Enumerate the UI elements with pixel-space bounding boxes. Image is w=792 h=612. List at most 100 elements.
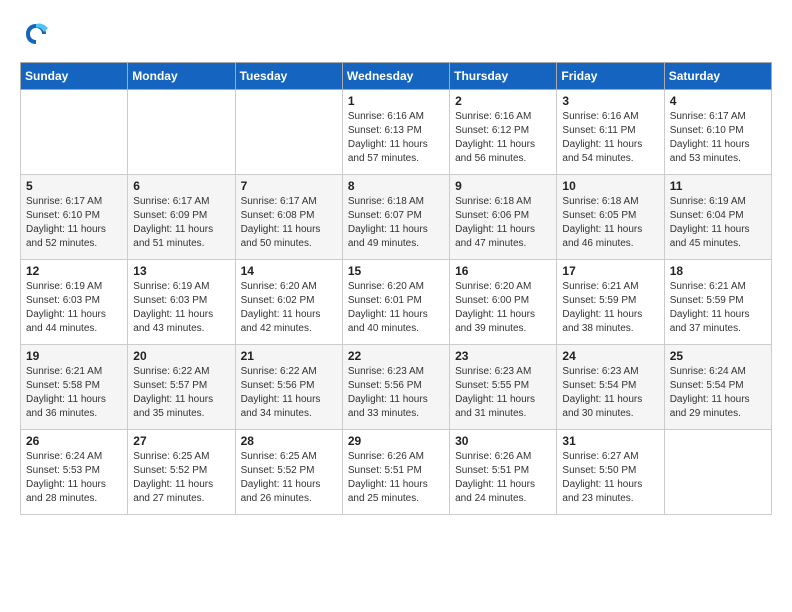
calendar-day-cell: 14 Sunrise: 6:20 AM Sunset: 6:02 PM Dayli… [235, 260, 342, 345]
day-number: 16 [455, 264, 551, 278]
day-number: 7 [241, 179, 337, 193]
day-info: Sunrise: 6:17 AM Sunset: 6:09 PM Dayligh… [133, 195, 229, 251]
calendar-day-cell: 11 Sunrise: 6:19 AM Sunset: 6:04 PM Dayli… [664, 175, 771, 260]
day-info: Sunrise: 6:20 AM Sunset: 6:01 PM Dayligh… [348, 280, 444, 336]
day-info: Sunrise: 6:24 AM Sunset: 5:54 PM Dayligh… [670, 365, 766, 421]
day-info: Sunrise: 6:23 AM Sunset: 5:54 PM Dayligh… [562, 365, 658, 421]
calendar-header-row: SundayMondayTuesdayWednesdayThursdayFrid… [21, 63, 772, 90]
day-number: 21 [241, 349, 337, 363]
calendar-day-cell: 17 Sunrise: 6:21 AM Sunset: 5:59 PM Dayli… [557, 260, 664, 345]
day-number: 14 [241, 264, 337, 278]
calendar-day-cell: 31 Sunrise: 6:27 AM Sunset: 5:50 PM Dayli… [557, 430, 664, 515]
day-number: 15 [348, 264, 444, 278]
calendar-day-cell: 9 Sunrise: 6:18 AM Sunset: 6:06 PM Daylig… [450, 175, 557, 260]
day-info: Sunrise: 6:17 AM Sunset: 6:08 PM Dayligh… [241, 195, 337, 251]
day-number: 18 [670, 264, 766, 278]
day-info: Sunrise: 6:20 AM Sunset: 6:02 PM Dayligh… [241, 280, 337, 336]
logo-icon [20, 20, 52, 52]
day-info: Sunrise: 6:25 AM Sunset: 5:52 PM Dayligh… [241, 450, 337, 506]
day-number: 24 [562, 349, 658, 363]
calendar-week-row: 26Sunrise: 6:24 AM Sunset: 5:53 PM Dayli… [21, 430, 772, 515]
day-info: Sunrise: 6:23 AM Sunset: 5:56 PM Dayligh… [348, 365, 444, 421]
day-number: 11 [670, 179, 766, 193]
day-number: 13 [133, 264, 229, 278]
day-number: 9 [455, 179, 551, 193]
day-info: Sunrise: 6:19 AM Sunset: 6:03 PM Dayligh… [26, 280, 122, 336]
day-number: 3 [562, 94, 658, 108]
calendar-day-cell: 29 Sunrise: 6:26 AM Sunset: 5:51 PM Dayli… [342, 430, 449, 515]
calendar-day-cell: 25 Sunrise: 6:24 AM Sunset: 5:54 PM Dayli… [664, 345, 771, 430]
calendar-day-cell: 28 Sunrise: 6:25 AM Sunset: 5:52 PM Dayli… [235, 430, 342, 515]
calendar-day-cell: 4 Sunrise: 6:17 AM Sunset: 6:10 PM Daylig… [664, 90, 771, 175]
day-info: Sunrise: 6:20 AM Sunset: 6:00 PM Dayligh… [455, 280, 551, 336]
calendar-day-cell: 2 Sunrise: 6:16 AM Sunset: 6:12 PM Daylig… [450, 90, 557, 175]
day-info: Sunrise: 6:18 AM Sunset: 6:06 PM Dayligh… [455, 195, 551, 251]
weekday-header-wednesday: Wednesday [342, 63, 449, 90]
day-number: 17 [562, 264, 658, 278]
day-info: Sunrise: 6:26 AM Sunset: 5:51 PM Dayligh… [348, 450, 444, 506]
weekday-header-friday: Friday [557, 63, 664, 90]
day-number: 29 [348, 434, 444, 448]
calendar-day-cell: 1Sunrise: 6:16 AM Sunset: 6:13 PM Daylig… [342, 90, 449, 175]
calendar-day-cell: 13 Sunrise: 6:19 AM Sunset: 6:03 PM Dayli… [128, 260, 235, 345]
day-info: Sunrise: 6:22 AM Sunset: 5:57 PM Dayligh… [133, 365, 229, 421]
day-info: Sunrise: 6:25 AM Sunset: 5:52 PM Dayligh… [133, 450, 229, 506]
calendar-day-cell: 5 Sunrise: 6:17 AM Sunset: 6:10 PM Daylig… [21, 175, 128, 260]
day-info: Sunrise: 6:17 AM Sunset: 6:10 PM Dayligh… [670, 110, 766, 166]
calendar-day-cell: 7 Sunrise: 6:17 AM Sunset: 6:08 PM Daylig… [235, 175, 342, 260]
weekday-header-sunday: Sunday [21, 63, 128, 90]
day-info: Sunrise: 6:18 AM Sunset: 6:07 PM Dayligh… [348, 195, 444, 251]
calendar-table: SundayMondayTuesdayWednesdayThursdayFrid… [20, 62, 772, 515]
day-number: 20 [133, 349, 229, 363]
day-number: 25 [670, 349, 766, 363]
day-number: 31 [562, 434, 658, 448]
calendar-day-cell [128, 90, 235, 175]
calendar-day-cell: 26Sunrise: 6:24 AM Sunset: 5:53 PM Dayli… [21, 430, 128, 515]
day-info: Sunrise: 6:23 AM Sunset: 5:55 PM Dayligh… [455, 365, 551, 421]
calendar-day-cell: 22 Sunrise: 6:23 AM Sunset: 5:56 PM Dayli… [342, 345, 449, 430]
calendar-day-cell: 6 Sunrise: 6:17 AM Sunset: 6:09 PM Daylig… [128, 175, 235, 260]
weekday-header-saturday: Saturday [664, 63, 771, 90]
day-info: Sunrise: 6:16 AM Sunset: 6:11 PM Dayligh… [562, 110, 658, 166]
day-info: Sunrise: 6:19 AM Sunset: 6:03 PM Dayligh… [133, 280, 229, 336]
day-info: Sunrise: 6:21 AM Sunset: 5:58 PM Dayligh… [26, 365, 122, 421]
calendar-day-cell: 16 Sunrise: 6:20 AM Sunset: 6:00 PM Dayli… [450, 260, 557, 345]
calendar-day-cell: 21 Sunrise: 6:22 AM Sunset: 5:56 PM Dayli… [235, 345, 342, 430]
day-number: 27 [133, 434, 229, 448]
day-number: 10 [562, 179, 658, 193]
day-info: Sunrise: 6:18 AM Sunset: 6:05 PM Dayligh… [562, 195, 658, 251]
day-info: Sunrise: 6:21 AM Sunset: 5:59 PM Dayligh… [670, 280, 766, 336]
day-info: Sunrise: 6:16 AM Sunset: 6:13 PM Dayligh… [348, 110, 444, 166]
weekday-header-tuesday: Tuesday [235, 63, 342, 90]
calendar-week-row: 19 Sunrise: 6:21 AM Sunset: 5:58 PM Dayli… [21, 345, 772, 430]
logo [20, 20, 56, 52]
page-header [20, 20, 772, 52]
calendar-day-cell [664, 430, 771, 515]
day-number: 30 [455, 434, 551, 448]
day-info: Sunrise: 6:19 AM Sunset: 6:04 PM Dayligh… [670, 195, 766, 251]
day-number: 4 [670, 94, 766, 108]
day-info: Sunrise: 6:24 AM Sunset: 5:53 PM Dayligh… [26, 450, 122, 506]
day-info: Sunrise: 6:21 AM Sunset: 5:59 PM Dayligh… [562, 280, 658, 336]
day-info: Sunrise: 6:27 AM Sunset: 5:50 PM Dayligh… [562, 450, 658, 506]
day-info: Sunrise: 6:22 AM Sunset: 5:56 PM Dayligh… [241, 365, 337, 421]
day-number: 23 [455, 349, 551, 363]
day-number: 19 [26, 349, 122, 363]
day-number: 28 [241, 434, 337, 448]
calendar-day-cell: 24 Sunrise: 6:23 AM Sunset: 5:54 PM Dayli… [557, 345, 664, 430]
calendar-day-cell: 18 Sunrise: 6:21 AM Sunset: 5:59 PM Dayli… [664, 260, 771, 345]
day-number: 2 [455, 94, 551, 108]
day-info: Sunrise: 6:26 AM Sunset: 5:51 PM Dayligh… [455, 450, 551, 506]
calendar-week-row: 5 Sunrise: 6:17 AM Sunset: 6:10 PM Daylig… [21, 175, 772, 260]
calendar-day-cell: 20 Sunrise: 6:22 AM Sunset: 5:57 PM Dayli… [128, 345, 235, 430]
calendar-week-row: 12Sunrise: 6:19 AM Sunset: 6:03 PM Dayli… [21, 260, 772, 345]
day-number: 6 [133, 179, 229, 193]
calendar-day-cell: 3 Sunrise: 6:16 AM Sunset: 6:11 PM Daylig… [557, 90, 664, 175]
day-info: Sunrise: 6:17 AM Sunset: 6:10 PM Dayligh… [26, 195, 122, 251]
day-number: 8 [348, 179, 444, 193]
calendar-day-cell: 23 Sunrise: 6:23 AM Sunset: 5:55 PM Dayli… [450, 345, 557, 430]
day-info: Sunrise: 6:16 AM Sunset: 6:12 PM Dayligh… [455, 110, 551, 166]
day-number: 5 [26, 179, 122, 193]
calendar-day-cell: 19 Sunrise: 6:21 AM Sunset: 5:58 PM Dayli… [21, 345, 128, 430]
day-number: 22 [348, 349, 444, 363]
